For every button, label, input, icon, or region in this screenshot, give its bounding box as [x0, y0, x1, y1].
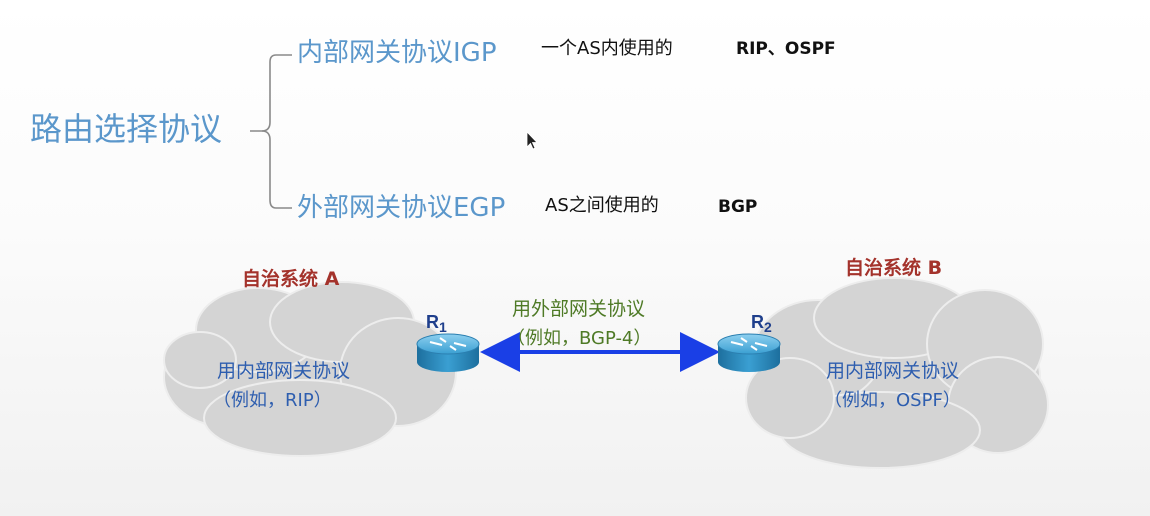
bgp-link-label-line2: （例如，BGP-4） — [507, 328, 652, 349]
as-a-title: 自治系统 A — [242, 268, 340, 290]
igp-description: 一个AS内使用的 — [541, 38, 673, 59]
router-r1-subscript: 1 — [439, 319, 447, 335]
bgp-link-label-line1: 用外部网关协议 — [512, 298, 646, 320]
egp-examples: BGP — [718, 197, 758, 217]
igp-heading: 内部网关协议IGP — [297, 38, 497, 68]
router-r1-letter: R — [426, 312, 439, 332]
egp-heading: 外部网关协议EGP — [297, 193, 506, 223]
taxonomy-root-title: 路由选择协议 — [30, 110, 223, 148]
router-icon-r1 — [416, 333, 480, 372]
as-a-protocol-line1: 用内部网关协议 — [217, 360, 351, 382]
router-r2-letter: R — [751, 312, 764, 332]
as-a-protocol-line2: （例如，RIP） — [213, 390, 332, 411]
router-icon-r2 — [717, 333, 781, 372]
egp-description: AS之间使用的 — [545, 195, 659, 216]
as-b-protocol-line1: 用内部网关协议 — [826, 360, 960, 382]
router-r2-label: R2 — [751, 313, 772, 334]
router-r1-label: R1 — [426, 313, 447, 334]
igp-examples: RIP、OSPF — [736, 39, 836, 59]
taxonomy-brace — [250, 54, 292, 209]
router-r2-subscript: 2 — [764, 319, 772, 335]
diagram-graphics — [163, 54, 1049, 469]
as-b-title: 自治系统 B — [845, 257, 943, 279]
as-b-protocol-line2: （例如，OSPF） — [824, 390, 961, 411]
mouse-cursor-icon — [526, 131, 538, 150]
